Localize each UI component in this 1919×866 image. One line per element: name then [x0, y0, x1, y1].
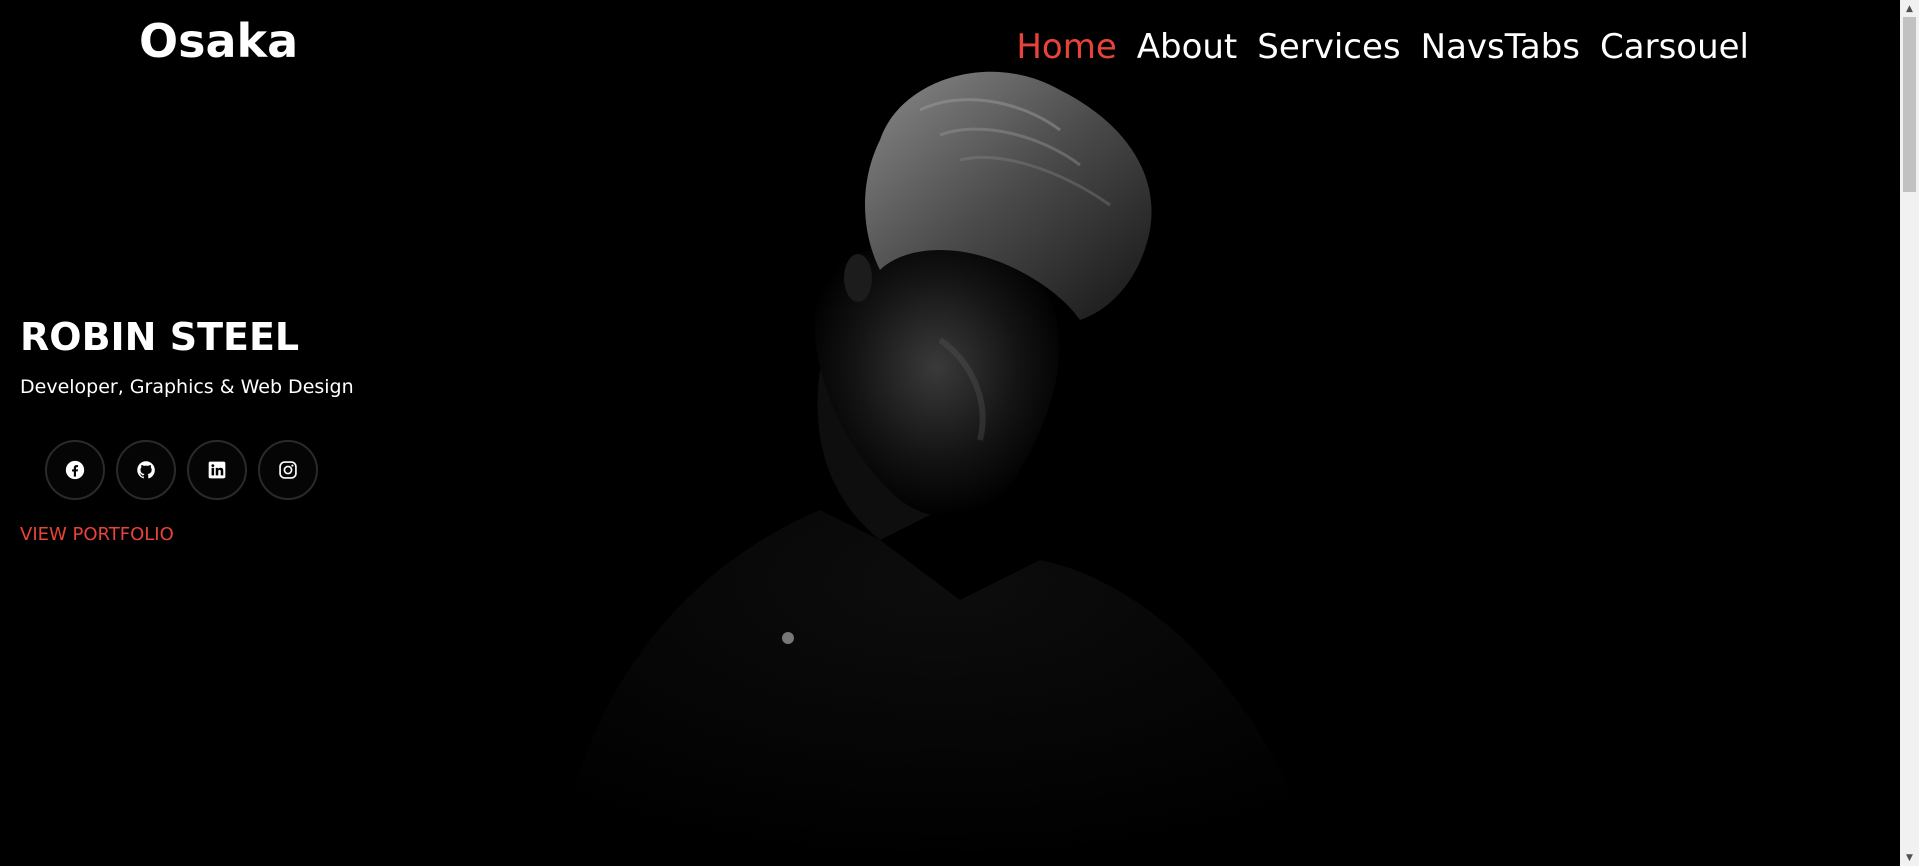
scroll-down-icon[interactable]: ▼ — [1900, 849, 1919, 866]
facebook-button[interactable] — [45, 440, 105, 500]
brand-logo[interactable]: Osaka — [139, 18, 298, 64]
linkedin-button[interactable] — [187, 440, 247, 500]
hero-photo — [520, 40, 1340, 866]
page-scrollbar[interactable]: ▲ ▼ — [1900, 0, 1919, 866]
hero-content: ROBIN STEEL Developer, Graphics & Web De… — [20, 318, 354, 545]
nav-item-home[interactable]: Home — [1016, 30, 1116, 64]
page: Osaka Home About Services NavsTabs Carso… — [0, 0, 1919, 866]
view-portfolio-link[interactable]: VIEW PORTFOLIO — [20, 524, 174, 545]
nav-item-services[interactable]: Services — [1257, 30, 1400, 64]
scroll-up-icon[interactable]: ▲ — [1900, 0, 1919, 17]
instagram-button[interactable] — [258, 440, 318, 500]
scrollbar-thumb[interactable] — [1903, 17, 1916, 192]
nav-item-about[interactable]: About — [1137, 30, 1238, 64]
linkedin-icon — [207, 460, 227, 480]
social-links — [45, 440, 354, 500]
main-nav: Home About Services NavsTabs Carsouel — [1016, 30, 1749, 64]
facebook-icon — [65, 460, 85, 480]
hero-name: ROBIN STEEL — [20, 315, 300, 359]
hero-role: Developer, Graphics & Web Design — [20, 376, 354, 398]
github-button[interactable] — [116, 440, 176, 500]
instagram-icon — [278, 460, 298, 480]
github-icon — [136, 460, 156, 480]
nav-item-carousel[interactable]: Carsouel — [1600, 30, 1749, 64]
nav-item-navstabs[interactable]: NavsTabs — [1421, 30, 1580, 64]
